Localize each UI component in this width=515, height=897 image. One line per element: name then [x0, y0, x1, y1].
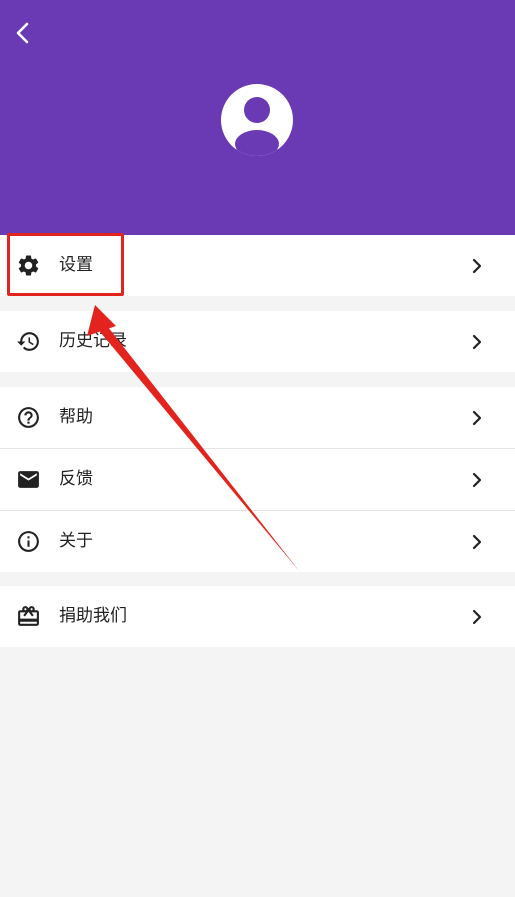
menu-item-about[interactable]: 关于 — [0, 511, 515, 572]
menu-item-donate[interactable]: 捐助我们 — [0, 586, 515, 647]
chevron-right-icon — [470, 606, 484, 628]
help-circle-icon — [16, 405, 41, 430]
menu-item-history[interactable]: 历史记录 — [0, 311, 515, 372]
menu-item-label: 反馈 — [59, 469, 93, 489]
menu-item-label: 历史记录 — [59, 331, 127, 351]
back-button[interactable] — [8, 18, 38, 48]
gear-icon — [16, 253, 41, 278]
avatar[interactable] — [221, 84, 293, 156]
menu-item-label: 设置 — [59, 255, 93, 275]
gift-icon — [16, 604, 41, 629]
menu-item-label: 捐助我们 — [59, 606, 127, 626]
mail-icon — [16, 467, 41, 492]
menu-item-settings[interactable]: 设置 — [0, 235, 515, 296]
chevron-right-icon — [470, 469, 484, 491]
person-avatar-icon — [235, 97, 279, 156]
menu-item-label: 关于 — [59, 531, 93, 551]
menu-item-feedback[interactable]: 反馈 — [0, 449, 515, 510]
menu-item-label: 帮助 — [59, 407, 93, 427]
chevron-left-icon — [16, 22, 29, 44]
profile-header — [0, 0, 515, 235]
menu-item-help[interactable]: 帮助 — [0, 387, 515, 448]
chevron-right-icon — [470, 407, 484, 429]
history-icon — [16, 329, 41, 354]
chevron-right-icon — [470, 255, 484, 277]
info-icon — [16, 529, 41, 554]
chevron-right-icon — [470, 331, 484, 353]
chevron-right-icon — [470, 531, 484, 553]
